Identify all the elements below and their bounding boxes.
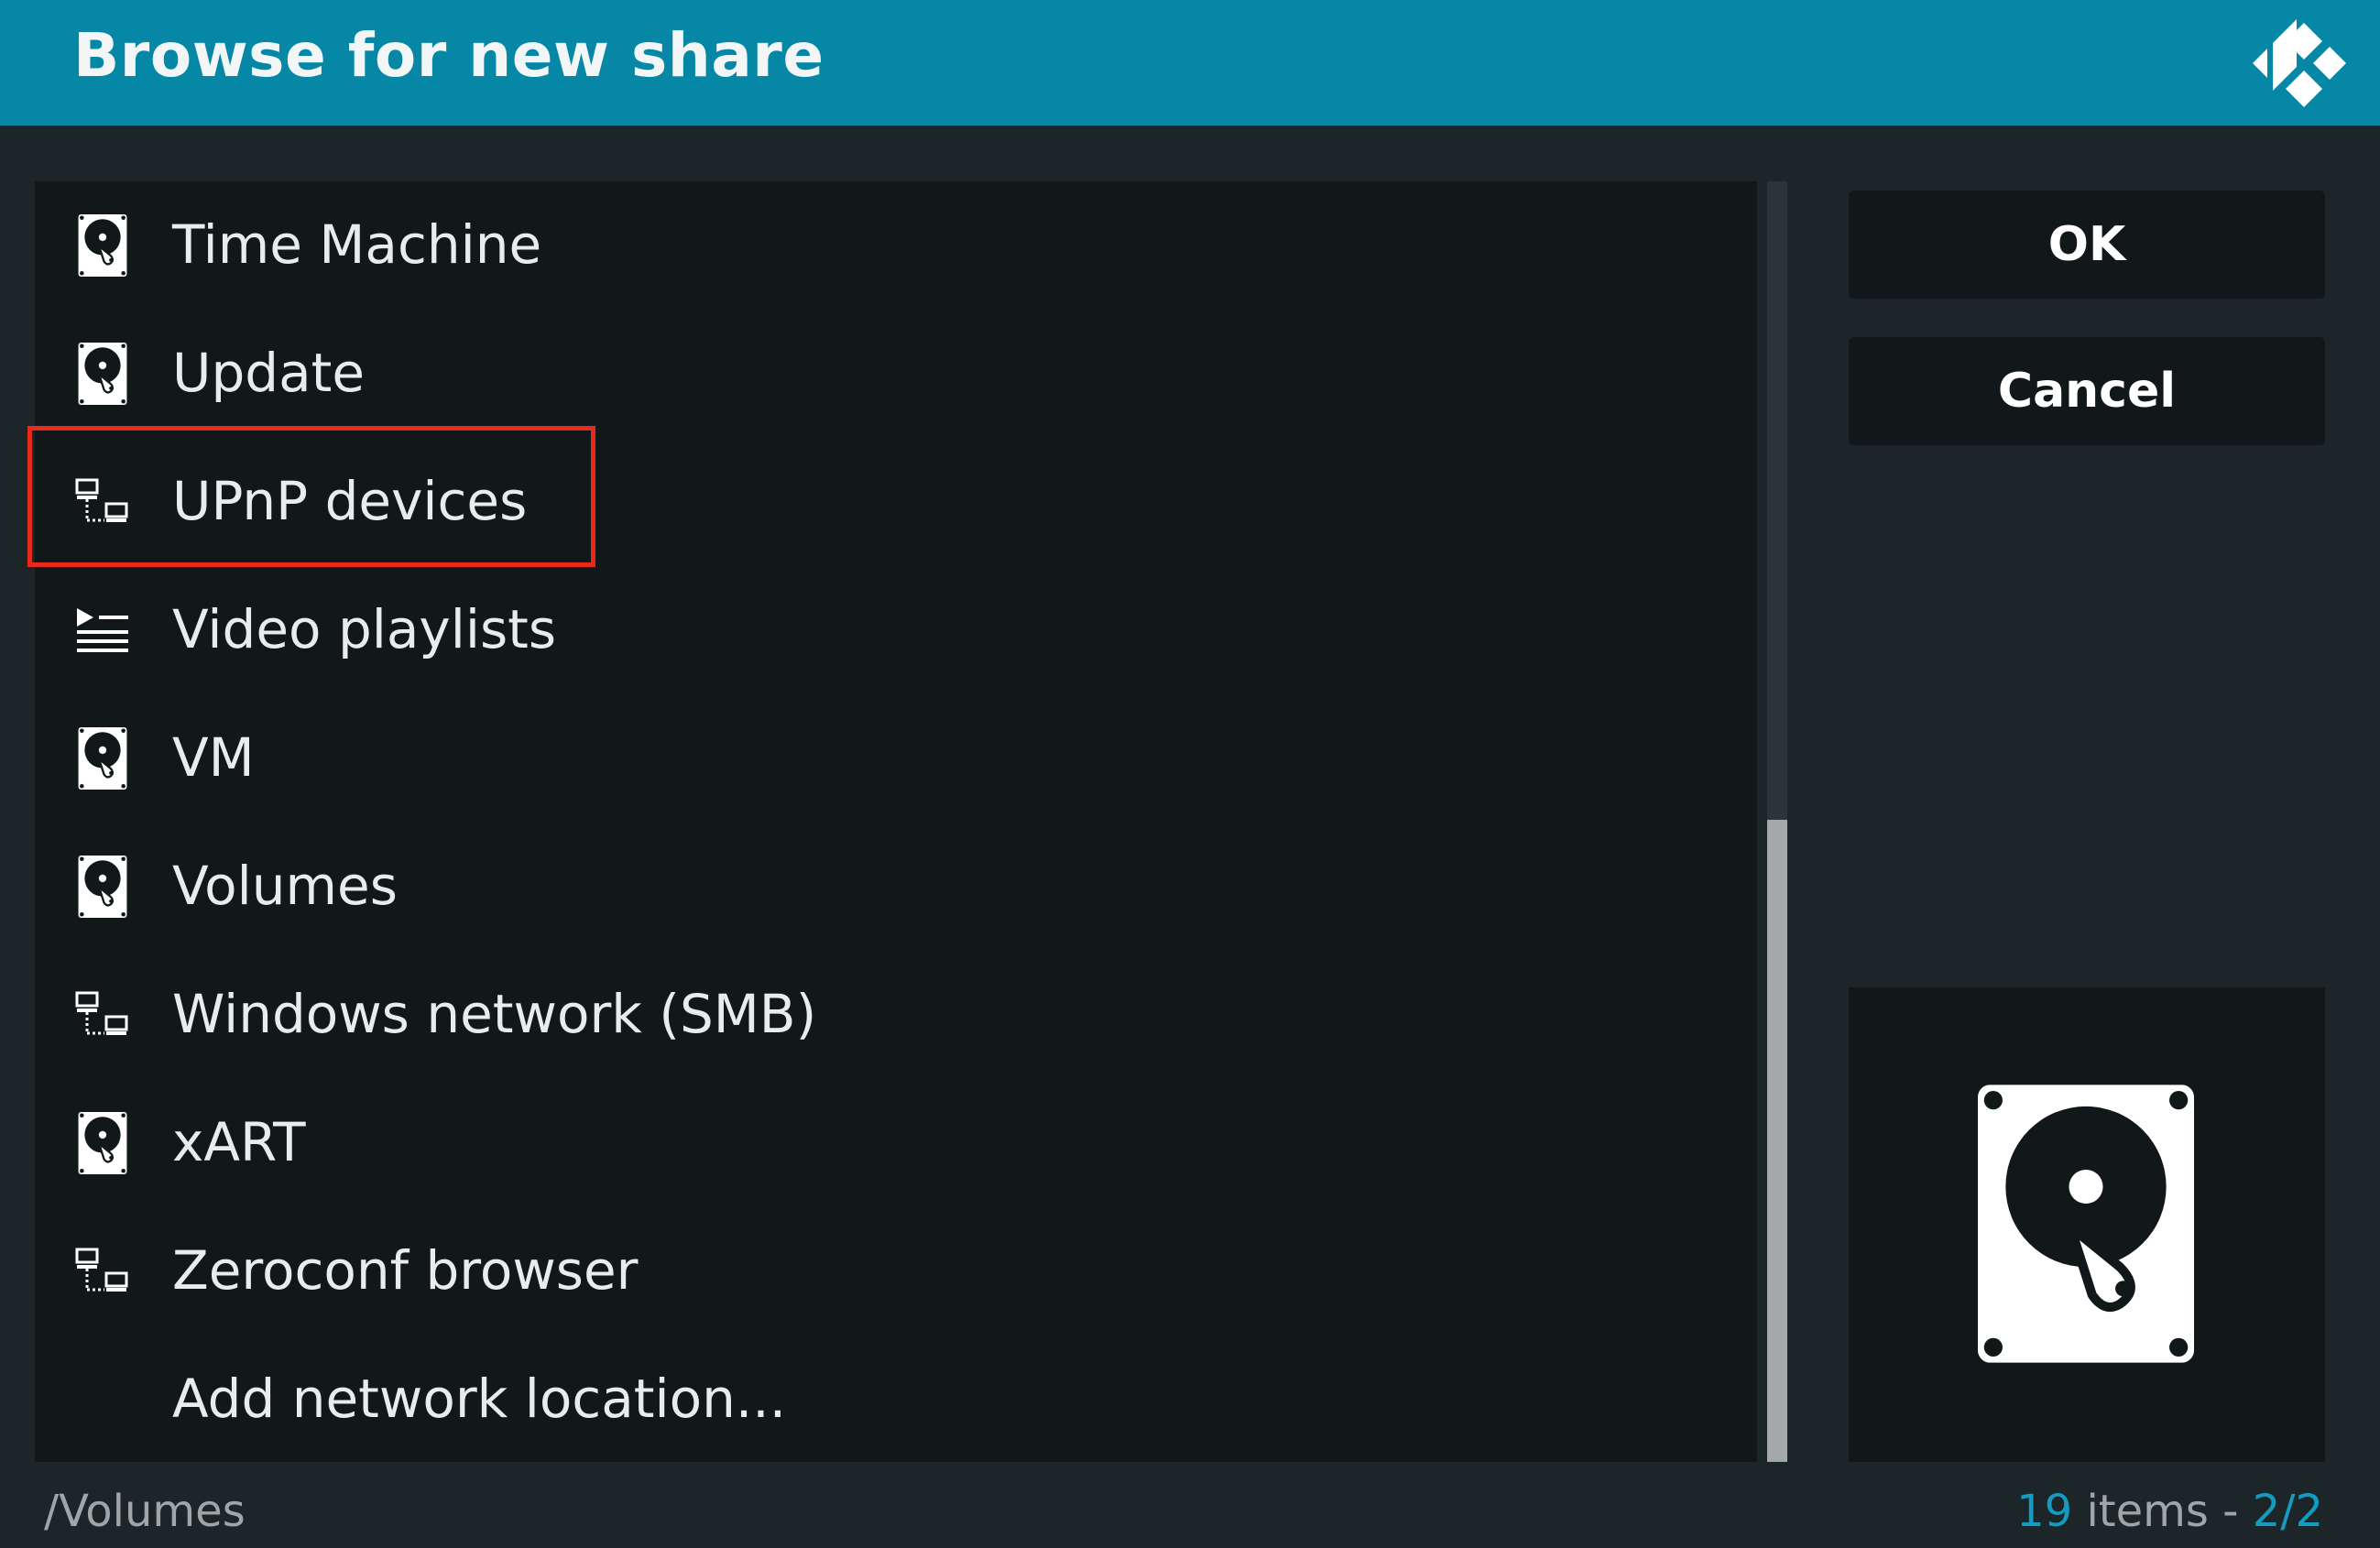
hard-drive-icon <box>75 343 130 405</box>
item-count-number: 19 <box>2016 1486 2073 1537</box>
current-path: /Volumes <box>44 1486 246 1537</box>
kodi-logo-icon <box>2253 19 2346 107</box>
list-item-label: Time Machine <box>172 213 542 276</box>
item-count-label: items - <box>2072 1486 2253 1537</box>
network-icon <box>75 984 130 1046</box>
list-item-volumes[interactable]: Volumes <box>35 823 1757 951</box>
list-item-label: Update <box>172 342 366 404</box>
list-item-update[interactable]: Update <box>35 310 1757 438</box>
page-indicator: 2/2 <box>2252 1486 2323 1537</box>
list-scrollbar[interactable] <box>1767 181 1787 1462</box>
hard-drive-icon <box>1978 1085 2194 1363</box>
scrollbar-thumb[interactable] <box>1767 820 1787 1462</box>
list-item-time-machine[interactable]: Time Machine <box>35 181 1757 310</box>
preview-panel <box>1849 987 2325 1462</box>
playlist-icon <box>75 599 130 661</box>
list-item-label: Windows network (SMB) <box>172 983 817 1045</box>
dialog-header: Browse for new share <box>0 0 2380 125</box>
cancel-button[interactable]: Cancel <box>1849 337 2325 445</box>
list-item-windows-network[interactable]: Windows network (SMB) <box>35 951 1757 1079</box>
list-item-label: VM <box>172 726 255 789</box>
list-item-label: xART <box>172 1111 306 1173</box>
selection-highlight-box <box>27 426 595 567</box>
hard-drive-icon <box>75 727 130 790</box>
list-item-video-playlists[interactable]: Video playlists <box>35 566 1757 694</box>
item-count: 19 items - 2/2 <box>2016 1486 2323 1537</box>
list-item-label: Video playlists <box>172 598 557 660</box>
hard-drive-icon <box>75 856 130 918</box>
list-item-add-network-location[interactable]: Add network location... <box>35 1335 1757 1464</box>
ok-button[interactable]: OK <box>1849 191 2325 299</box>
file-list: Time Machine Update UPnP devices Video p… <box>35 181 1757 1462</box>
list-item-vm[interactable]: VM <box>35 694 1757 823</box>
list-item-zeroconf-browser[interactable]: Zeroconf browser <box>35 1207 1757 1335</box>
list-item-label: Volumes <box>172 855 398 917</box>
list-item-label: Zeroconf browser <box>172 1239 639 1302</box>
list-item-xart[interactable]: xART <box>35 1079 1757 1207</box>
hard-drive-icon <box>75 214 130 277</box>
network-icon <box>75 1240 130 1303</box>
hard-drive-icon <box>75 1112 130 1174</box>
dialog-title: Browse for new share <box>73 20 824 91</box>
list-item-label: Add network location... <box>172 1368 787 1430</box>
